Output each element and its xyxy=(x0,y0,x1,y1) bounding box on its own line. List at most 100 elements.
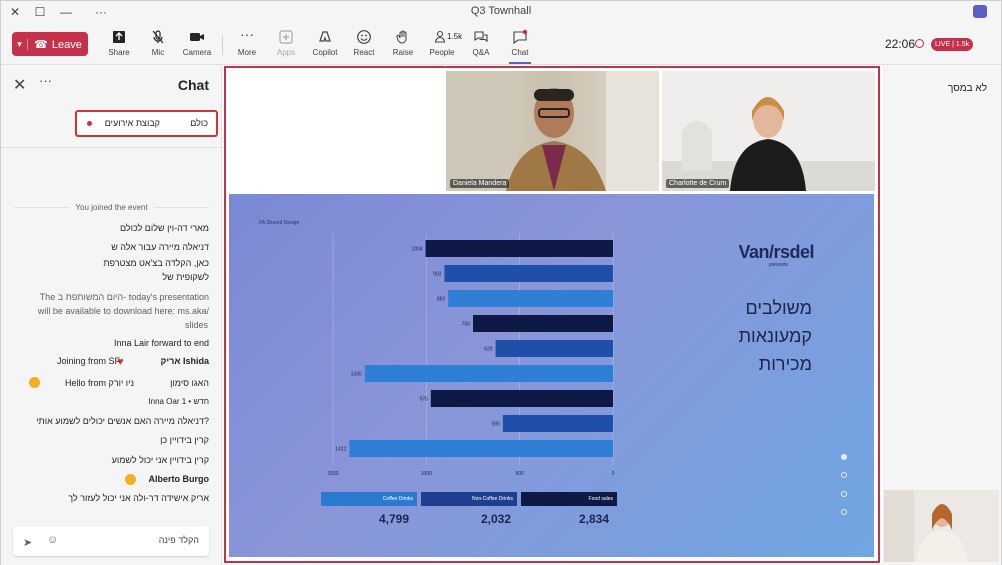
participant-name: Charlotte de Crum xyxy=(666,179,730,188)
bar-value-label: 976 xyxy=(419,397,428,403)
camera-icon xyxy=(190,33,204,41)
chat-message: לשקופית של xyxy=(162,272,209,282)
qa-icon xyxy=(474,31,488,43)
chat-message: אריק אישידה דר-ולה אני יכול לעזור לך xyxy=(68,493,209,503)
recording-icon xyxy=(915,39,924,48)
more-label: More xyxy=(237,48,257,57)
participant-video[interactable]: Daniela Mandera xyxy=(446,71,659,191)
chat-compose[interactable]: הקלד פינה ☺ xyxy=(13,526,209,556)
chat-icon xyxy=(513,29,528,45)
camera-button[interactable]: Camera xyxy=(180,29,214,57)
bar-value-label: 1330 xyxy=(351,372,362,378)
bar-value-label: 1004 xyxy=(411,247,422,253)
legend-item: Coffee Drinks xyxy=(321,492,417,506)
bar xyxy=(425,240,613,257)
participant-avatar xyxy=(446,71,659,191)
chat-message: will be available to download here: ms.a… xyxy=(37,306,209,316)
x-tick-label: 0 xyxy=(612,471,615,477)
slide-pager-dot[interactable] xyxy=(841,454,847,460)
chat-label: Chat xyxy=(511,48,529,57)
chat-message: מארי דה-וין שלום לכולם xyxy=(119,223,209,233)
tab-event-group[interactable]: קבוצת אירועים xyxy=(105,118,160,128)
bar xyxy=(495,340,613,357)
chat-message: Hello from ניו יורק xyxy=(65,378,134,388)
react-button[interactable]: React xyxy=(347,29,381,57)
chat-message: Inna Oar חדש • 1 xyxy=(148,397,209,406)
participant-video[interactable]: Charlotte de Crum xyxy=(662,71,875,191)
total-value: 2,032 xyxy=(481,512,512,526)
title-bar: ✕ ☐ — ··· Q3 Townhall xyxy=(1,1,1001,23)
chat-header: Chat ✕ ··· xyxy=(1,65,222,105)
send-icon[interactable]: ➤ xyxy=(23,536,32,549)
slide-pager-dot[interactable] xyxy=(841,472,847,478)
apps-icon xyxy=(279,30,293,44)
leave-button[interactable]: ▾ ☎ Leave xyxy=(12,32,88,56)
chat-panel: Chat ✕ ··· כולם קבוצת אירועים You joined… xyxy=(1,65,222,565)
share-button[interactable]: Share xyxy=(102,29,136,57)
teams-window: ✕ ☐ — ··· Q3 Townhall ▾ ☎ Leave Share Mic… xyxy=(0,0,1002,565)
mic-label: Mic xyxy=(151,48,165,57)
joined-notice: You joined the event xyxy=(1,203,222,212)
people-count: 1.5k xyxy=(447,32,463,41)
copilot-button[interactable]: Copilot xyxy=(308,29,342,57)
more-icon: ··· xyxy=(240,26,254,42)
chat-message: The היום המשותפת ב- today's presentation xyxy=(39,292,209,302)
chat-message: דניאלה מיירה עבור אלה ש xyxy=(111,242,209,252)
mic-off-icon xyxy=(152,30,164,44)
meeting-stage: Daniela Mandera Charlotte de Crum FA Sha… xyxy=(223,65,882,565)
meeting-toolbar: ▾ ☎ Leave Share Mic Camera ··· More Apps … xyxy=(1,23,1001,65)
share-label: Share xyxy=(108,48,130,57)
leave-chevron-icon[interactable]: ▾ xyxy=(12,38,28,50)
unread-dot-icon xyxy=(87,121,92,126)
x-tick-label: 1500 xyxy=(327,471,338,477)
chat-message: Joining from SF xyxy=(57,356,121,366)
copilot-label: Copilot xyxy=(312,48,338,57)
total-value: 4,799 xyxy=(379,512,410,526)
thumbs-up-icon xyxy=(125,474,136,485)
chat-author: Alberto Burgo xyxy=(148,474,210,484)
copilot-icon xyxy=(319,31,331,42)
slide-pager-dot[interactable] xyxy=(841,509,847,515)
smile-icon xyxy=(357,30,371,44)
compose-placeholder: הקלד פינה xyxy=(158,535,199,545)
self-view-video[interactable] xyxy=(884,490,999,562)
chat-title: Chat xyxy=(177,77,209,93)
slide-pager-dot[interactable] xyxy=(841,491,847,497)
chat-message: קרין בידויין אני יכול לשמוע xyxy=(111,455,209,465)
mic-button[interactable]: Mic xyxy=(141,29,175,57)
more-button[interactable]: ··· More xyxy=(230,26,264,57)
meeting-timer: 22:06 xyxy=(885,37,916,51)
bar-value-label: 1412 xyxy=(335,447,346,453)
participant-name: Daniela Mandera xyxy=(450,179,510,188)
chat-audience-tabs: כולם קבוצת אירועים xyxy=(75,110,218,137)
chat-message: כאן, הקלדה בצ'אט מצטרפת xyxy=(103,258,209,268)
live-badge: LIVE | 1.5k xyxy=(931,38,974,51)
bar-value-label: 883 xyxy=(437,297,446,303)
chat-author: האגו סימון xyxy=(170,378,209,388)
people-label: People xyxy=(429,48,455,57)
bar-value-label: 903 xyxy=(433,272,442,278)
chat-button[interactable]: Chat xyxy=(503,29,537,64)
camera-label: Camera xyxy=(182,48,212,57)
close-icon[interactable]: ✕ xyxy=(13,75,26,95)
qa-button[interactable]: Q&A xyxy=(464,29,498,57)
total-value: 2,834 xyxy=(579,512,610,526)
apps-button[interactable]: Apps xyxy=(269,29,303,57)
chat-more-icon[interactable]: ··· xyxy=(39,73,52,88)
chat-divider xyxy=(1,147,222,148)
bar xyxy=(349,440,613,457)
raise-hand-button[interactable]: Raise xyxy=(386,29,420,57)
legend-item: Non-Coffee Drinks xyxy=(421,492,517,506)
bar-value-label: 750 xyxy=(462,322,471,328)
chat-message: קרין בידויין כן xyxy=(160,435,209,445)
bar xyxy=(448,290,613,307)
emoji-icon[interactable]: ☺ xyxy=(47,534,58,546)
hand-icon xyxy=(396,30,407,44)
bar xyxy=(430,390,613,407)
x-tick-label: 500 xyxy=(515,471,524,477)
off-stage-label: לא במסך xyxy=(947,83,987,94)
wave-emoji-icon xyxy=(29,377,40,388)
people-button[interactable]: People 1.5k xyxy=(425,29,463,57)
bar xyxy=(502,415,613,432)
tab-everyone[interactable]: כולם xyxy=(190,118,208,128)
